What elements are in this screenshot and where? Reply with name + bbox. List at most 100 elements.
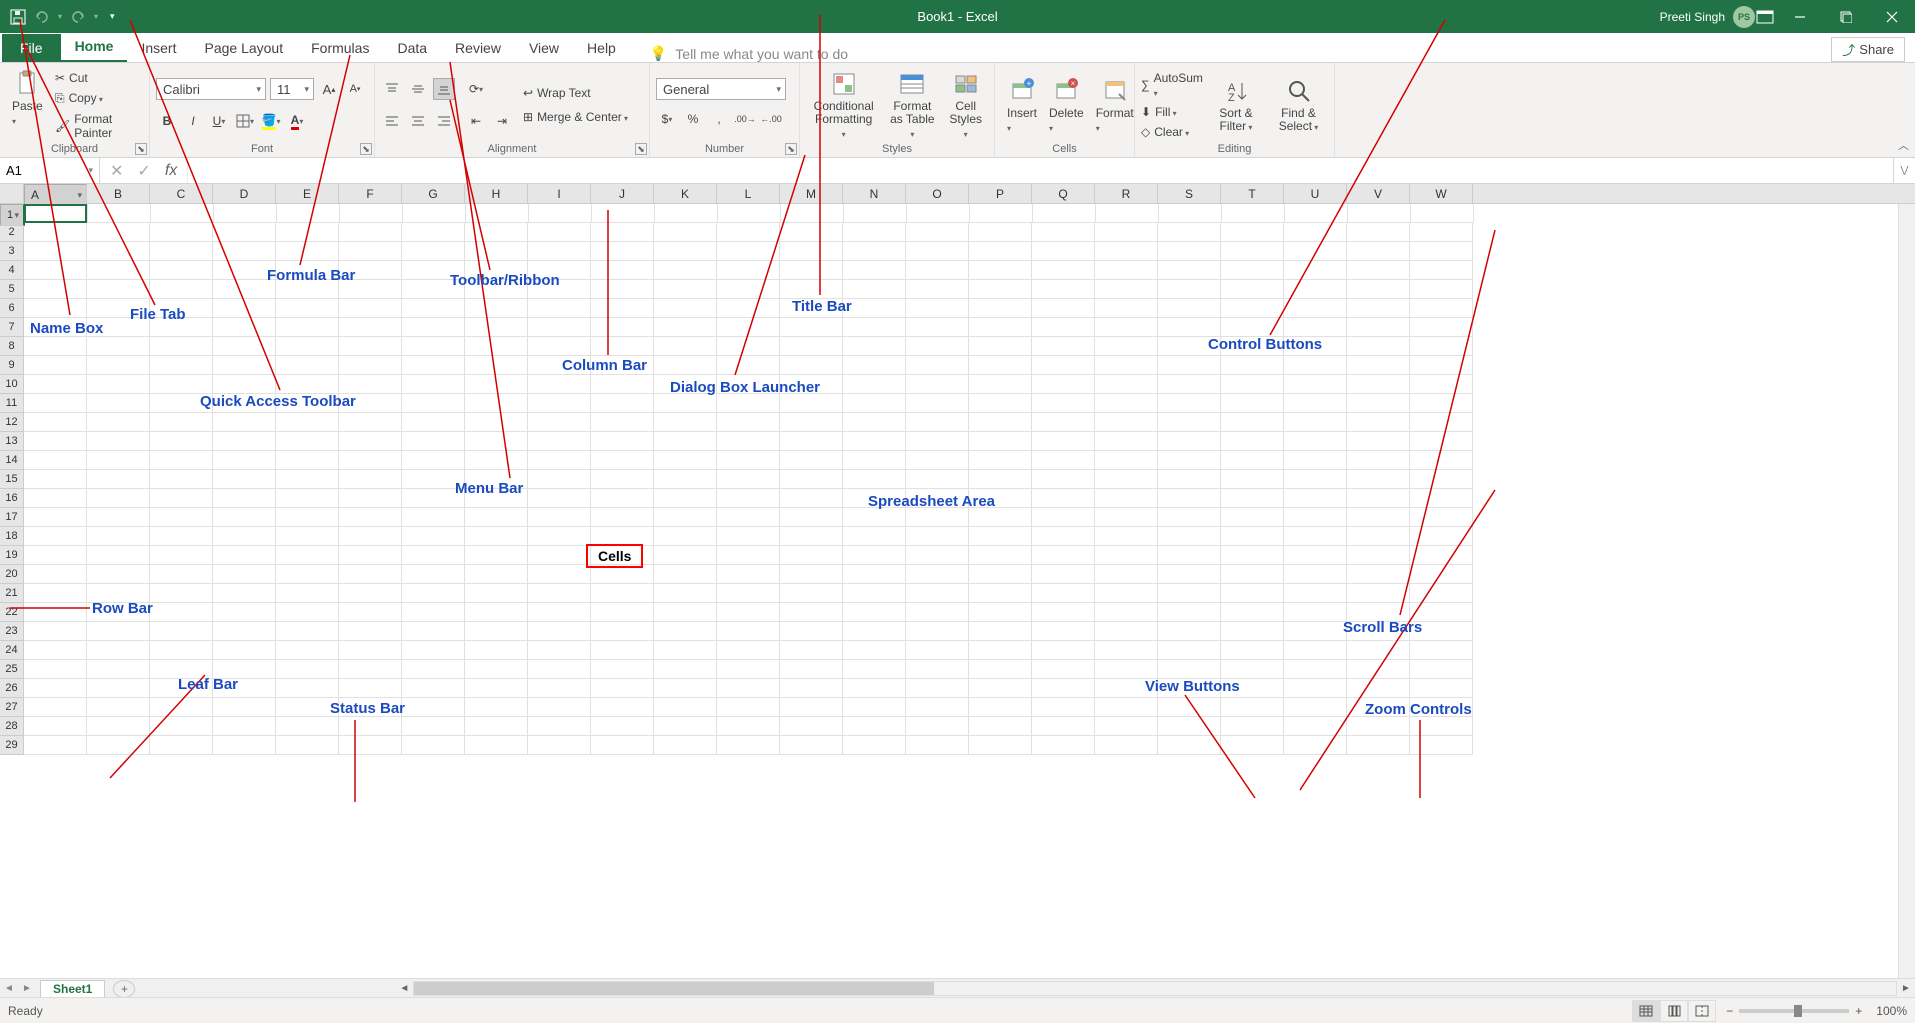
cell[interactable] bbox=[213, 375, 276, 394]
cell[interactable] bbox=[150, 717, 213, 736]
cell[interactable] bbox=[528, 527, 591, 546]
row-header-7[interactable]: 7 bbox=[0, 318, 24, 337]
cell[interactable] bbox=[87, 546, 150, 565]
cell[interactable] bbox=[528, 508, 591, 527]
cell[interactable] bbox=[1410, 603, 1473, 622]
cell[interactable] bbox=[654, 299, 717, 318]
cell[interactable] bbox=[1347, 451, 1410, 470]
cell[interactable] bbox=[276, 375, 339, 394]
cell[interactable] bbox=[654, 242, 717, 261]
cell[interactable] bbox=[654, 717, 717, 736]
cell[interactable] bbox=[906, 508, 969, 527]
cell[interactable] bbox=[1158, 394, 1221, 413]
cell[interactable] bbox=[969, 413, 1032, 432]
cell[interactable] bbox=[150, 299, 213, 318]
cell[interactable] bbox=[339, 736, 402, 755]
cell[interactable] bbox=[276, 261, 339, 280]
cell[interactable] bbox=[1410, 622, 1473, 641]
cell[interactable] bbox=[213, 641, 276, 660]
cell[interactable] bbox=[1410, 565, 1473, 584]
cell[interactable] bbox=[843, 508, 906, 527]
cell[interactable] bbox=[1095, 736, 1158, 755]
cell[interactable] bbox=[1095, 717, 1158, 736]
cell[interactable] bbox=[1284, 717, 1347, 736]
cell[interactable] bbox=[1158, 736, 1221, 755]
cell[interactable] bbox=[465, 489, 528, 508]
cell[interactable] bbox=[1410, 717, 1473, 736]
accounting-format-button[interactable]: $ bbox=[656, 108, 678, 130]
cell[interactable] bbox=[969, 603, 1032, 622]
cell[interactable] bbox=[276, 394, 339, 413]
cell[interactable] bbox=[654, 280, 717, 299]
cell[interactable] bbox=[213, 717, 276, 736]
cell[interactable] bbox=[1032, 698, 1095, 717]
cell[interactable] bbox=[276, 546, 339, 565]
cell[interactable] bbox=[213, 242, 276, 261]
cell[interactable] bbox=[1159, 204, 1222, 223]
cell[interactable] bbox=[906, 451, 969, 470]
sheet-tab-sheet1[interactable]: Sheet1 bbox=[40, 980, 105, 997]
cell[interactable] bbox=[402, 508, 465, 527]
cell[interactable] bbox=[1347, 280, 1410, 299]
cell[interactable] bbox=[24, 432, 87, 451]
cell[interactable] bbox=[1410, 451, 1473, 470]
cell[interactable] bbox=[717, 394, 780, 413]
cell[interactable] bbox=[87, 318, 150, 337]
cell[interactable] bbox=[1032, 451, 1095, 470]
cell[interactable] bbox=[402, 299, 465, 318]
cell[interactable] bbox=[780, 622, 843, 641]
cell[interactable] bbox=[87, 451, 150, 470]
cell[interactable] bbox=[276, 470, 339, 489]
cell[interactable] bbox=[1347, 736, 1410, 755]
cell[interactable] bbox=[1032, 584, 1095, 603]
cell[interactable] bbox=[1410, 641, 1473, 660]
cell[interactable] bbox=[1221, 508, 1284, 527]
cell[interactable] bbox=[402, 318, 465, 337]
tell-me-search[interactable]: 💡 Tell me what you want to do bbox=[650, 45, 848, 62]
cell[interactable] bbox=[1347, 375, 1410, 394]
cell[interactable] bbox=[339, 603, 402, 622]
zoom-out-button[interactable]: − bbox=[1726, 1004, 1733, 1018]
column-header-S[interactable]: S bbox=[1158, 184, 1221, 203]
cell[interactable] bbox=[591, 622, 654, 641]
cell[interactable] bbox=[717, 356, 780, 375]
cell[interactable] bbox=[465, 698, 528, 717]
cell[interactable] bbox=[1095, 660, 1158, 679]
normal-view-button[interactable] bbox=[1632, 1000, 1660, 1022]
cell[interactable] bbox=[24, 736, 87, 755]
cell[interactable] bbox=[906, 470, 969, 489]
cell[interactable] bbox=[1032, 527, 1095, 546]
cell[interactable] bbox=[1285, 204, 1348, 223]
conditional-formatting-button[interactable]: Conditional Formatting bbox=[806, 68, 881, 142]
cell[interactable] bbox=[591, 242, 654, 261]
cell[interactable] bbox=[654, 261, 717, 280]
cell[interactable] bbox=[213, 223, 276, 242]
increase-font-button[interactable]: A▴ bbox=[318, 78, 340, 100]
number-format-select[interactable]: General bbox=[656, 78, 786, 100]
formula-input[interactable] bbox=[188, 158, 1893, 183]
cell[interactable] bbox=[969, 337, 1032, 356]
cell[interactable] bbox=[339, 546, 402, 565]
cell[interactable] bbox=[24, 622, 87, 641]
cell[interactable] bbox=[906, 318, 969, 337]
cell[interactable] bbox=[339, 261, 402, 280]
cell[interactable] bbox=[276, 527, 339, 546]
cell[interactable] bbox=[528, 546, 591, 565]
cell[interactable] bbox=[402, 413, 465, 432]
cell[interactable] bbox=[24, 546, 87, 565]
cell[interactable] bbox=[1284, 679, 1347, 698]
cell[interactable] bbox=[528, 679, 591, 698]
sort-filter-button[interactable]: AZSort & Filter bbox=[1209, 75, 1263, 135]
cell[interactable] bbox=[1347, 660, 1410, 679]
cell[interactable] bbox=[339, 698, 402, 717]
cell[interactable] bbox=[906, 223, 969, 242]
cell[interactable] bbox=[276, 679, 339, 698]
cell[interactable] bbox=[88, 204, 151, 223]
cell[interactable] bbox=[591, 470, 654, 489]
cell[interactable] bbox=[843, 622, 906, 641]
cell[interactable] bbox=[24, 242, 87, 261]
row-header-6[interactable]: 6 bbox=[0, 299, 24, 318]
cell[interactable] bbox=[528, 565, 591, 584]
column-header-G[interactable]: G bbox=[402, 184, 465, 203]
cell[interactable] bbox=[1095, 603, 1158, 622]
